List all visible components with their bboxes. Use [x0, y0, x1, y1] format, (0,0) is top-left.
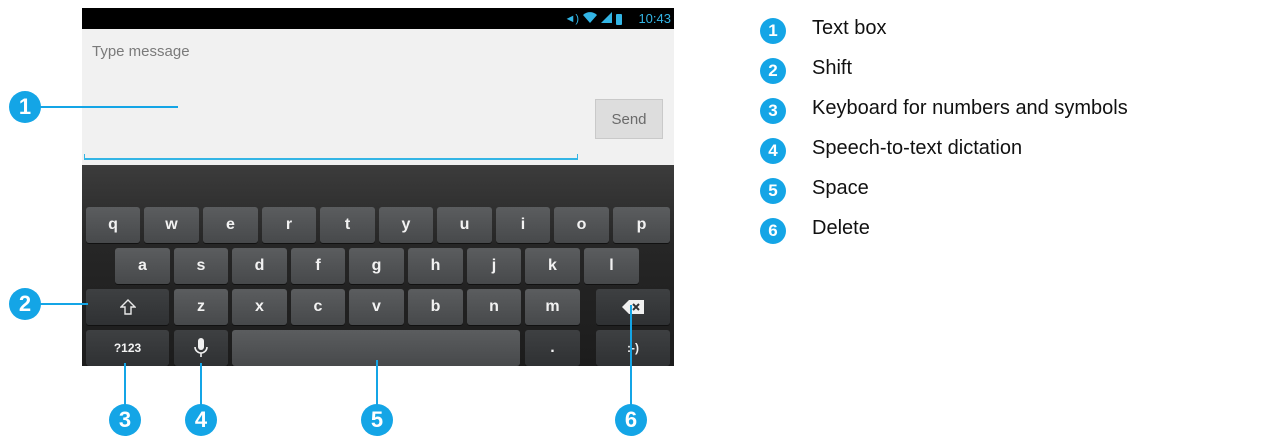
callout-6-line [630, 305, 632, 405]
legend-item-delete: 6 Delete [760, 215, 1260, 247]
key-x[interactable]: x [232, 289, 287, 325]
callout-3: 3 [109, 404, 141, 436]
key-j[interactable]: j [467, 248, 521, 284]
key-w[interactable]: w [144, 207, 199, 243]
text-box-underline [84, 154, 578, 160]
callout-2: 2 [9, 288, 41, 320]
key-k[interactable]: k [525, 248, 580, 284]
legend-label: Shift [812, 57, 853, 79]
message-placeholder[interactable]: Type message [92, 43, 190, 60]
callout-4-line [200, 363, 202, 405]
key-v[interactable]: v [349, 289, 404, 325]
legend-item-space: 5 Space [760, 175, 1260, 207]
key-b[interactable]: b [408, 289, 463, 325]
key-o[interactable]: o [554, 207, 609, 243]
shift-icon [119, 299, 136, 315]
legend-item-shift: 2 Shift [760, 55, 1260, 87]
key-l[interactable]: l [584, 248, 639, 284]
callout-3-line [124, 363, 126, 405]
key-y[interactable]: y [379, 207, 433, 243]
status-icons: ◄) [564, 12, 622, 27]
microphone-icon [194, 338, 208, 357]
status-time: 10:43 [638, 11, 671, 26]
callout-4: 4 [185, 404, 217, 436]
key-i[interactable]: i [496, 207, 550, 243]
legend-number: 5 [760, 178, 786, 204]
key-z[interactable]: z [174, 289, 228, 325]
dictation-key[interactable] [174, 330, 228, 366]
legend-number: 1 [760, 18, 786, 44]
legend-label: Text box [812, 17, 887, 39]
key-e[interactable]: e [203, 207, 258, 243]
key-f[interactable]: f [291, 248, 345, 284]
status-bar: ◄) 10:43 [82, 8, 674, 29]
callout-6: 6 [615, 404, 647, 436]
legend-number: 6 [760, 218, 786, 244]
callout-1: 1 [9, 91, 41, 123]
text-box[interactable]: Type message Send [82, 29, 674, 165]
key-d[interactable]: d [232, 248, 287, 284]
phone-screen: ◄) 10:43 Type message Send q w e r t y u… [82, 8, 674, 366]
signal-icon [601, 12, 612, 27]
key-m[interactable]: m [525, 289, 580, 325]
key-t[interactable]: t [320, 207, 375, 243]
key-n[interactable]: n [467, 289, 521, 325]
legend-number: 3 [760, 98, 786, 124]
battery-icon [616, 14, 622, 25]
callout-5: 5 [361, 404, 393, 436]
wifi-icon [583, 12, 597, 27]
legend-label: Speech-to-text dictation [812, 137, 1023, 159]
legend-item-symbols: 3 Keyboard for numbers and symbols [760, 95, 1260, 127]
legend-label: Space [812, 177, 869, 199]
key-h[interactable]: h [408, 248, 463, 284]
legend-item-dictation: 4 Speech-to-text dictation [760, 135, 1260, 167]
shift-key[interactable] [86, 289, 169, 325]
backspace-icon [622, 300, 644, 314]
callout-1-line [40, 106, 178, 108]
period-key[interactable]: . [525, 330, 580, 366]
key-r[interactable]: r [262, 207, 316, 243]
callout-5-line [376, 360, 378, 405]
legend-number: 2 [760, 58, 786, 84]
key-s[interactable]: s [174, 248, 228, 284]
key-q[interactable]: q [86, 207, 140, 243]
key-c[interactable]: c [291, 289, 345, 325]
legend-number: 4 [760, 138, 786, 164]
send-button[interactable]: Send [595, 99, 663, 139]
key-g[interactable]: g [349, 248, 404, 284]
volume-icon: ◄) [564, 13, 579, 25]
key-a[interactable]: a [115, 248, 170, 284]
legend-item-text-box: 1 Text box [760, 15, 1260, 47]
emoticon-key[interactable]: :-) [596, 330, 670, 366]
keyboard: q w e r t y u i o p a s d f g h j k l z … [82, 165, 674, 366]
legend-label: Keyboard for numbers and symbols [812, 97, 1128, 119]
key-u[interactable]: u [437, 207, 492, 243]
callout-2-line [40, 303, 88, 305]
key-p[interactable]: p [613, 207, 670, 243]
legend-label: Delete [812, 217, 870, 239]
delete-key[interactable] [596, 289, 670, 325]
symbols-key[interactable]: ?123 [86, 330, 169, 366]
